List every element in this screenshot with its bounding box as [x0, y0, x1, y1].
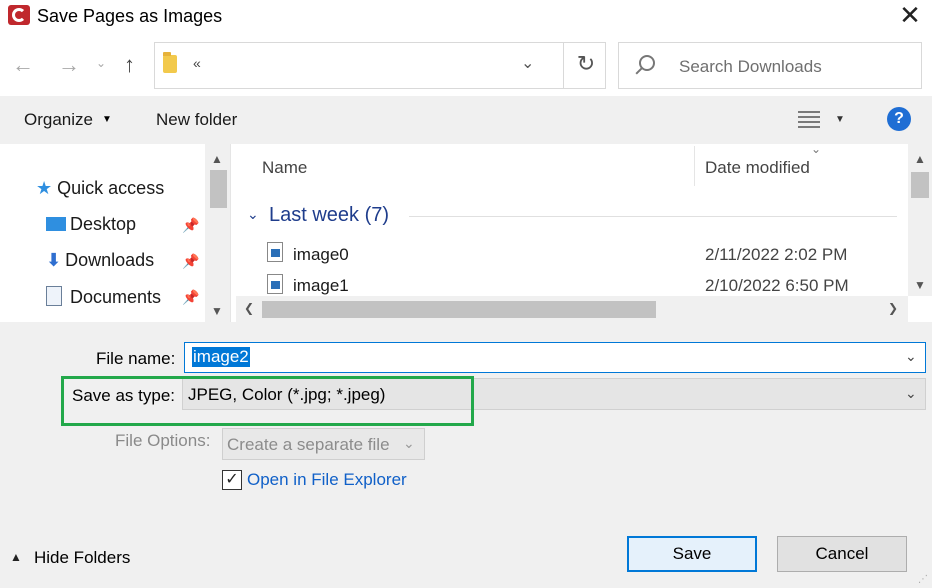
up-arrow-icon[interactable]: ↑ [124, 52, 135, 78]
search-icon [639, 55, 655, 71]
address-divider [563, 43, 564, 88]
highlight-box [61, 376, 474, 426]
view-options-icon[interactable] [798, 110, 820, 128]
hide-folders-caret-icon[interactable]: ▲ [10, 550, 22, 564]
file-name-input[interactable]: image2 ⌄ [184, 342, 926, 373]
pin-icon: 📌 [182, 253, 200, 269]
group-header[interactable]: Last week (7) [269, 204, 389, 227]
save-form: File name: image2 ⌄ Save as type: JPEG, … [0, 322, 932, 588]
file-options-label: File Options: [115, 431, 211, 450]
image-file-icon [267, 274, 283, 294]
window-title: Save Pages as Images [37, 6, 223, 26]
star-icon: ★ [36, 178, 53, 198]
nav-scrollbar[interactable]: ▲ ▼ [205, 144, 230, 322]
scroll-right-icon[interactable]: ❯ [888, 301, 898, 315]
command-toolbar: Organize ▼ New folder ▼ ? [0, 96, 932, 144]
file-row[interactable]: image0 2/11/2022 2:02 PM [261, 242, 891, 270]
group-divider [409, 216, 897, 217]
title-bar: Save Pages as Images ✕ [0, 0, 932, 32]
save-button[interactable]: Save [627, 536, 757, 572]
sidebar-item-documents[interactable]: Documents [46, 286, 161, 308]
file-name-dropdown-icon[interactable]: ⌄ [905, 348, 917, 365]
refresh-icon[interactable]: ↻ [569, 51, 603, 81]
sidebar-item-downloads[interactable]: ⬇ Downloads [46, 250, 154, 271]
file-name-label: File name: [96, 349, 176, 368]
sidebar-item-desktop[interactable]: Desktop [46, 214, 136, 235]
search-placeholder: Search Downloads [679, 57, 822, 76]
scroll-left-icon[interactable]: ❮ [244, 301, 254, 315]
file-options-select: Create a separate file ⌄ [222, 428, 425, 460]
sidebar-item-quick-access[interactable]: ★ Quick access [36, 178, 164, 199]
file-list-vertical-scrollbar[interactable]: ▲ ▼ [908, 144, 932, 296]
file-list-horizontal-scrollbar[interactable]: ❮ ❯ [236, 296, 908, 322]
sidebar-item-label: Documents [70, 287, 162, 307]
scroll-down-icon[interactable]: ▼ [211, 304, 223, 318]
save-as-type-dropdown-icon[interactable]: ⌄ [905, 385, 917, 402]
scroll-up-icon[interactable]: ▲ [211, 152, 223, 166]
view-caret-icon[interactable]: ▼ [835, 114, 845, 125]
download-arrow-icon: ⬇ [46, 250, 62, 270]
scroll-down-icon[interactable]: ▼ [914, 278, 926, 292]
navigation-pane: ★ Quick access Desktop ⬇ Downloads Docume… [0, 144, 230, 322]
image-file-icon [267, 242, 283, 262]
back-arrow-icon[interactable]: ← [12, 52, 34, 78]
pin-icon: 📌 [182, 217, 200, 233]
file-name: image1 [293, 276, 349, 295]
organize-button[interactable]: Organize [24, 110, 93, 130]
file-options-dropdown-icon: ⌄ [403, 435, 415, 451]
file-name: image0 [293, 245, 349, 264]
resize-grip-icon[interactable]: ⋰ [918, 574, 928, 585]
open-in-explorer-label[interactable]: Open in File Explorer [247, 470, 407, 490]
vertical-scroll-thumb[interactable] [911, 172, 929, 198]
close-button[interactable]: ✕ [892, 2, 928, 30]
open-in-explorer-checkbox[interactable]: ✓ [222, 470, 242, 490]
column-header-name[interactable]: Name [262, 158, 307, 178]
pin-icon: 📌 [182, 289, 200, 305]
sidebar-item-label: Desktop [70, 214, 137, 234]
file-row[interactable]: image1 2/10/2022 6:50 PM [261, 274, 891, 298]
desktop-icon [46, 217, 66, 231]
folder-icon [163, 52, 177, 73]
address-bar[interactable]: « ⌄ ↻ [154, 42, 606, 89]
forward-arrow-icon[interactable]: → [58, 52, 80, 78]
recent-locations-chevron-icon[interactable]: ⌄ [96, 56, 106, 70]
new-folder-button[interactable]: New folder [156, 110, 237, 130]
file-options-value: Create a separate file [227, 435, 390, 454]
column-divider[interactable] [694, 146, 695, 186]
document-icon [46, 286, 62, 306]
hide-folders-button[interactable]: Hide Folders [34, 548, 130, 568]
file-name-value[interactable]: image2 [192, 347, 250, 367]
app-logo-icon [8, 5, 30, 25]
sidebar-item-label: Downloads [65, 250, 155, 270]
column-header-date-modified[interactable]: Date modified [705, 158, 810, 178]
breadcrumb-overflow-icon[interactable]: « [193, 55, 201, 71]
sort-indicator-icon: ⌄ [811, 142, 822, 156]
address-dropdown-icon[interactable]: ⌄ [521, 53, 534, 73]
search-input[interactable]: Search Downloads [618, 42, 922, 89]
file-date: 2/11/2022 2:02 PM [705, 245, 848, 264]
horizontal-scroll-thumb[interactable] [262, 301, 656, 318]
cancel-button[interactable]: Cancel [777, 536, 907, 572]
sidebar-item-label: Quick access [57, 178, 165, 198]
help-icon[interactable]: ? [887, 107, 911, 131]
organize-caret-icon[interactable]: ▼ [102, 114, 112, 125]
scroll-up-icon[interactable]: ▲ [914, 152, 926, 166]
group-collapse-icon[interactable]: ⌄ [247, 206, 259, 223]
nav-scroll-thumb[interactable] [210, 170, 227, 208]
file-date: 2/10/2022 6:50 PM [705, 276, 849, 295]
